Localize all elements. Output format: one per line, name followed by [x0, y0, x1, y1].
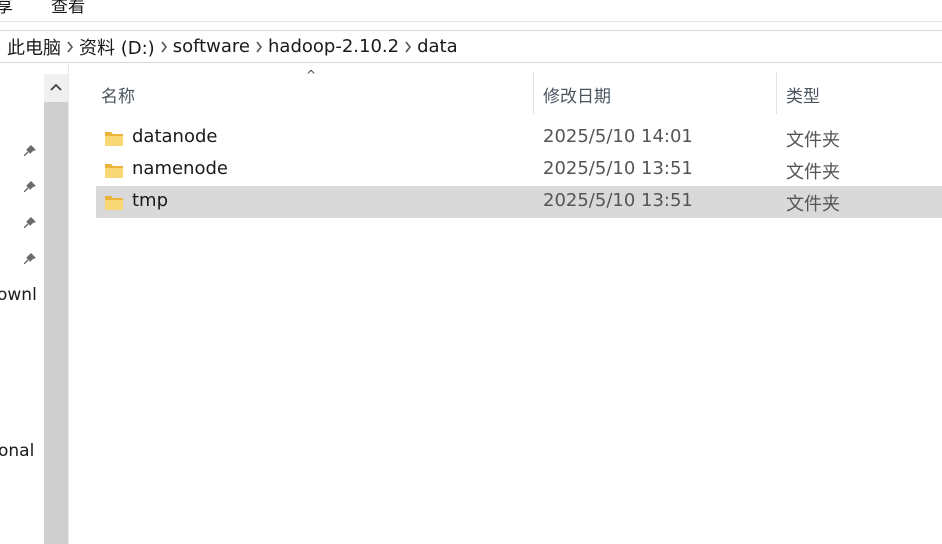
nav-item-personal[interactable]: onal [0, 441, 34, 461]
scroll-up-button[interactable] [44, 74, 68, 102]
file-row-tmp[interactable]: tmp 2025/5/10 13:51 文件夹 [96, 186, 942, 218]
column-header-type[interactable]: 类型 [786, 82, 820, 107]
breadcrumb-hadoop[interactable]: hadoop-2.10.2 [268, 36, 399, 57]
file-row-datanode[interactable]: datanode 2025/5/10 14:01 文件夹 [96, 122, 942, 154]
file-modified: 2025/5/10 14:01 [543, 126, 693, 147]
ribbon-divider [0, 21, 942, 22]
pin-icon[interactable] [22, 179, 38, 195]
pin-icon[interactable] [22, 215, 38, 231]
column-header-modified[interactable]: 修改日期 [543, 82, 611, 107]
file-name[interactable]: namenode [132, 158, 228, 179]
column-separator[interactable] [533, 72, 534, 114]
breadcrumb-this-pc[interactable]: 此电脑 [7, 34, 61, 60]
ribbon-tab-view[interactable]: 查看 [51, 0, 85, 17]
breadcrumb-drive-d[interactable]: 资料 (D:) [79, 34, 155, 60]
breadcrumb[interactable]: 此电脑 资料 (D:) software hadoop-2.10.2 data [0, 30, 942, 63]
ribbon-tab-share[interactable]: 享 [0, 0, 13, 17]
chevron-right-icon[interactable] [399, 41, 417, 53]
pin-icon[interactable] [22, 143, 38, 159]
file-type: 文件夹 [786, 130, 840, 151]
pin-icon[interactable] [22, 251, 38, 267]
file-type: 文件夹 [786, 162, 840, 183]
file-modified: 2025/5/10 13:51 [543, 158, 693, 179]
chevron-right-icon[interactable] [155, 41, 173, 53]
ribbon: 享 查看 [0, 0, 942, 22]
folder-icon [105, 164, 123, 178]
sort-ascending-icon: ^ [306, 68, 317, 82]
nav-item-downloads[interactable]: ownl [0, 285, 37, 305]
column-separator[interactable] [776, 72, 777, 114]
breadcrumb-data[interactable]: data [417, 36, 458, 57]
navigation-pane: ownl onal [0, 64, 44, 544]
chevron-right-icon[interactable] [61, 41, 79, 53]
file-list: ^ 名称 修改日期 类型 datanode 2025/5/10 14:01 文件… [70, 64, 942, 544]
file-name[interactable]: tmp [132, 190, 168, 211]
chevron-up-icon [50, 83, 62, 91]
file-type: 文件夹 [786, 194, 840, 215]
folder-icon [105, 196, 123, 210]
breadcrumb-software[interactable]: software [173, 36, 250, 57]
nav-scrollbar[interactable] [44, 74, 68, 544]
file-name[interactable]: datanode [132, 126, 217, 147]
folder-icon [105, 132, 123, 146]
file-row-namenode[interactable]: namenode 2025/5/10 13:51 文件夹 [96, 154, 942, 186]
pane-divider[interactable] [68, 64, 69, 544]
file-modified: 2025/5/10 13:51 [543, 190, 693, 211]
column-header-name[interactable]: 名称 [101, 82, 135, 107]
chevron-right-icon[interactable] [250, 41, 268, 53]
